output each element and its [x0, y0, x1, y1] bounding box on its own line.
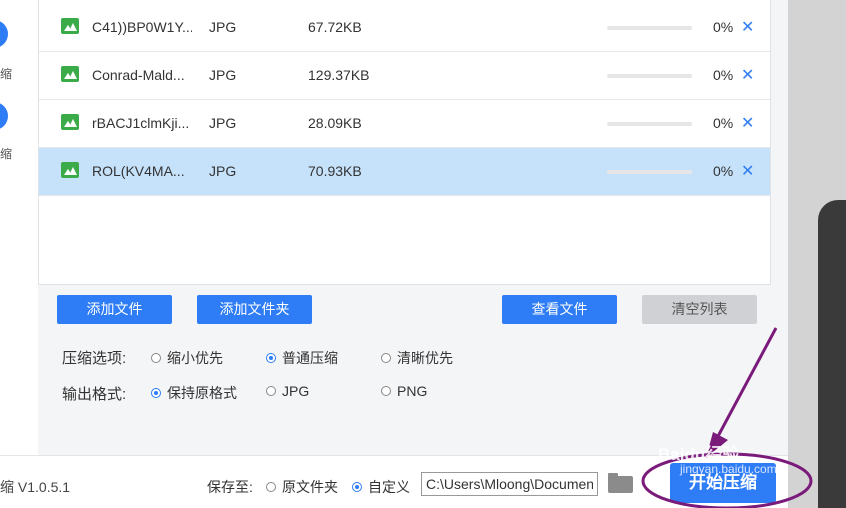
- remove-file-icon[interactable]: ✕: [741, 65, 754, 85]
- file-type: JPG: [209, 163, 237, 179]
- save-option-original-folder[interactable]: 原文件夹: [266, 477, 338, 497]
- radio-button[interactable]: [381, 386, 391, 396]
- folder-icon[interactable]: [608, 473, 633, 493]
- radio-label: PNG: [397, 383, 428, 399]
- main-panel: C41))BP0W1Y... JPG 67.72KB 0% ✕ Conrad-M…: [38, 0, 788, 455]
- remove-file-icon[interactable]: ✕: [741, 17, 754, 37]
- radio-button[interactable]: [151, 353, 161, 363]
- background-photo-shadow: [818, 200, 846, 508]
- sidebar-mode-icon[interactable]: [0, 20, 8, 48]
- file-name: rBACJ1clmKji...: [92, 115, 190, 131]
- progress-bar: [607, 74, 692, 78]
- watermark-url: jingyan.baidu.com: [680, 462, 777, 476]
- compression-option-normal[interactable]: 普通压缩: [266, 348, 338, 368]
- radio-label: 清晰优先: [397, 350, 453, 366]
- output-format-jpg[interactable]: JPG: [266, 383, 309, 399]
- file-size: 28.09KB: [308, 115, 362, 131]
- progress-percent: 0%: [713, 19, 734, 35]
- remove-file-icon[interactable]: ✕: [741, 161, 754, 181]
- version-label: 缩 V1.0.5.1: [0, 479, 71, 495]
- radio-label: 普通压缩: [282, 350, 338, 366]
- file-type: JPG: [209, 67, 237, 83]
- left-sidebar: 缩 缩: [0, 0, 38, 455]
- radio-label: 自定义: [368, 479, 410, 495]
- file-size: 67.72KB: [308, 19, 362, 35]
- clear-list-button[interactable]: 清空列表: [642, 295, 757, 324]
- save-to-label: 保存至:: [207, 479, 253, 495]
- progress-bar: [607, 26, 692, 30]
- image-file-icon: [61, 114, 79, 130]
- output-format-png[interactable]: PNG: [381, 383, 427, 399]
- save-option-custom[interactable]: 自定义: [352, 477, 410, 497]
- file-name: ROL(KV4MA...: [92, 163, 185, 179]
- file-type: JPG: [209, 115, 237, 131]
- progress-bar: [607, 170, 692, 174]
- radio-button[interactable]: [266, 482, 276, 492]
- radio-button-selected[interactable]: [352, 482, 362, 492]
- radio-label: 原文件夹: [282, 479, 338, 495]
- radio-button-selected[interactable]: [266, 353, 276, 363]
- file-name: Conrad-Mald...: [92, 67, 185, 83]
- add-file-button[interactable]: 添加文件: [57, 295, 172, 324]
- file-row[interactable]: Conrad-Mald... JPG 129.37KB 0% ✕: [39, 52, 770, 100]
- background-photo: [788, 0, 846, 508]
- image-file-icon: [61, 18, 79, 34]
- view-files-button[interactable]: 查看文件: [502, 295, 617, 324]
- file-type: JPG: [209, 19, 237, 35]
- file-size: 129.37KB: [308, 67, 370, 83]
- output-format-keep-original[interactable]: 保持原格式: [151, 383, 237, 403]
- radio-button-selected[interactable]: [151, 388, 161, 398]
- output-format-label: 输出格式:: [62, 386, 127, 403]
- sidebar-label: 缩: [0, 67, 13, 81]
- radio-label: 缩小优先: [167, 350, 223, 366]
- save-path-input[interactable]: [421, 472, 598, 496]
- progress-bar: [607, 122, 692, 126]
- radio-label: 保持原格式: [167, 385, 237, 401]
- compression-options-label: 压缩选项:: [62, 350, 127, 367]
- file-row[interactable]: C41))BP0W1Y... JPG 67.72KB 0% ✕: [39, 4, 770, 52]
- file-row[interactable]: rBACJ1clmKji... JPG 28.09KB 0% ✕: [39, 100, 770, 148]
- compression-option-smallest[interactable]: 缩小优先: [151, 348, 223, 368]
- radio-button[interactable]: [381, 353, 391, 363]
- radio-button[interactable]: [266, 386, 276, 396]
- sidebar-mode-icon[interactable]: [0, 102, 8, 130]
- file-size: 70.93KB: [308, 163, 362, 179]
- remove-file-icon[interactable]: ✕: [741, 113, 754, 133]
- compression-option-clarity[interactable]: 清晰优先: [381, 348, 453, 368]
- file-name: C41))BP0W1Y...: [92, 19, 192, 35]
- image-file-icon: [61, 66, 79, 82]
- file-row-selected[interactable]: ROL(KV4MA... JPG 70.93KB 0% ✕: [39, 148, 770, 196]
- sidebar-label: 缩: [0, 147, 13, 161]
- progress-percent: 0%: [713, 115, 734, 131]
- radio-label: JPG: [282, 383, 310, 399]
- progress-percent: 0%: [713, 163, 734, 179]
- add-folder-button[interactable]: 添加文件夹: [197, 295, 312, 324]
- image-file-icon: [61, 162, 79, 178]
- file-list: C41))BP0W1Y... JPG 67.72KB 0% ✕ Conrad-M…: [38, 0, 771, 285]
- progress-percent: 0%: [713, 67, 734, 83]
